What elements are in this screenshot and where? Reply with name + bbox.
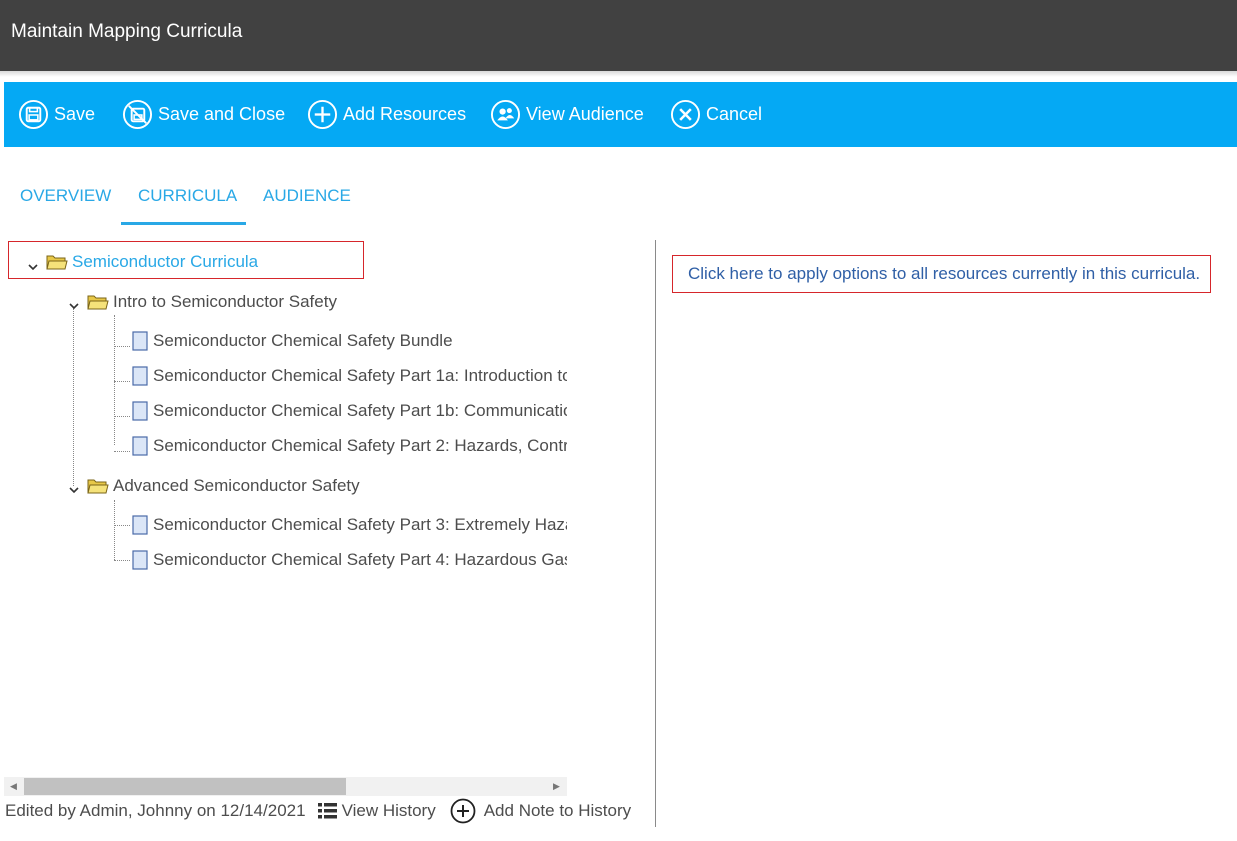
tree-folder-node[interactable]: Intro to Semiconductor Safety xyxy=(87,290,337,314)
tree-resource-label: Semiconductor Chemical Safety Part 1b: C… xyxy=(153,401,567,420)
document-icon xyxy=(132,515,148,535)
collapse-toggle-icon[interactable] xyxy=(27,262,39,272)
tree-connector xyxy=(114,381,130,382)
tree-resource-node[interactable]: Semiconductor Chemical Safety Part 1a: I… xyxy=(131,364,567,388)
tree-connector xyxy=(114,451,130,452)
tree-connector xyxy=(114,500,115,560)
apply-options-link[interactable]: Click here to apply options to all resou… xyxy=(688,264,1200,284)
document-icon xyxy=(132,331,148,351)
save-and-close-label: Save and Close xyxy=(158,104,286,124)
cancel-button[interactable]: Cancel xyxy=(670,82,762,147)
curricula-tree: Semiconductor Curricula Intro to Semicon… xyxy=(4,240,567,775)
save-button[interactable]: Save xyxy=(18,82,95,147)
add-resources-label: Add Resources xyxy=(343,104,467,124)
view-audience-label: View Audience xyxy=(526,104,644,124)
add-note-link[interactable]: Add Note to History xyxy=(450,798,631,824)
folder-open-icon xyxy=(46,255,68,270)
tree-resource-node[interactable]: Semiconductor Chemical Safety Bundle xyxy=(131,329,453,353)
tree-connector xyxy=(114,416,130,417)
tree-connector xyxy=(114,346,130,347)
folder-open-icon xyxy=(87,479,109,494)
window-titlebar: Maintain Mapping Curricula xyxy=(0,0,1237,71)
edited-by-text: Edited by Admin, Johnny on 12/14/2021 xyxy=(5,801,306,820)
tree-resource-node[interactable]: Semiconductor Chemical Safety Part 1b: C… xyxy=(131,399,567,423)
apply-options-box: Click here to apply options to all resou… xyxy=(672,255,1211,293)
action-toolbar: Save Save and Close Add Resources View A… xyxy=(4,82,1237,147)
cancel-label: Cancel xyxy=(706,104,763,124)
users-icon xyxy=(490,99,521,130)
tab-bar: OVERVIEW CURRICULA AUDIENCE xyxy=(0,170,400,226)
tree-root-label: Semiconductor Curricula xyxy=(72,252,259,271)
tree-resource-node[interactable]: Semiconductor Chemical Safety Part 2: Ha… xyxy=(131,434,567,458)
view-history-label: View History xyxy=(341,801,436,820)
save-label: Save xyxy=(54,104,96,124)
folder-open-icon xyxy=(87,295,109,310)
tree-resource-label: Semiconductor Chemical Safety Bundle xyxy=(153,331,453,350)
tree-root-node[interactable]: Semiconductor Curricula xyxy=(46,250,258,274)
tree-resource-label: Semiconductor Chemical Safety Part 2: Ha… xyxy=(153,436,567,455)
add-resources-button[interactable]: Add Resources xyxy=(307,82,466,147)
tree-resource-label: Semiconductor Chemical Safety Part 4: Ha… xyxy=(153,550,567,569)
view-audience-button[interactable]: View Audience xyxy=(490,82,644,147)
view-history-link[interactable]: View History xyxy=(317,801,436,821)
tree-connector xyxy=(73,308,74,486)
add-circle-icon xyxy=(450,798,476,824)
active-tab-indicator xyxy=(121,222,246,225)
tree-resource-label: Semiconductor Chemical Safety Part 3: Ex… xyxy=(153,515,567,534)
window-title: Maintain Mapping Curricula xyxy=(11,21,243,42)
tree-connector xyxy=(114,525,130,526)
scrollbar-thumb[interactable] xyxy=(24,778,346,795)
tree-folder-node[interactable]: Advanced Semiconductor Safety xyxy=(87,474,360,498)
document-icon xyxy=(132,401,148,421)
document-icon xyxy=(132,366,148,386)
titlebar-shadow xyxy=(0,71,1237,77)
collapse-toggle-icon[interactable] xyxy=(68,301,80,311)
save-icon xyxy=(18,99,49,130)
tree-resource-label: Semiconductor Chemical Safety Part 1a: I… xyxy=(153,366,567,385)
tree-folder-label: Intro to Semiconductor Safety xyxy=(113,292,337,311)
tree-resource-node[interactable]: Semiconductor Chemical Safety Part 4: Ha… xyxy=(131,548,567,572)
tree-connector xyxy=(114,560,130,561)
save-and-close-button[interactable]: Save and Close xyxy=(122,82,285,147)
tree-horizontal-scrollbar[interactable]: ◀ ▶ xyxy=(4,777,567,796)
tree-folder-label: Advanced Semiconductor Safety xyxy=(113,476,360,495)
tab-curricula[interactable]: CURRICULA xyxy=(138,186,237,206)
tab-overview[interactable]: OVERVIEW xyxy=(20,186,111,206)
scroll-left-arrow-icon[interactable]: ◀ xyxy=(6,777,21,796)
close-circle-icon xyxy=(670,99,701,130)
save-and-close-icon xyxy=(122,99,153,130)
document-icon xyxy=(132,550,148,570)
list-icon xyxy=(317,803,337,819)
document-icon xyxy=(132,436,148,456)
tab-audience[interactable]: AUDIENCE xyxy=(263,186,351,206)
tree-connector xyxy=(114,315,115,445)
scroll-right-arrow-icon[interactable]: ▶ xyxy=(549,777,564,796)
add-note-label: Add Note to History xyxy=(483,801,632,820)
collapse-toggle-icon[interactable] xyxy=(68,485,80,495)
add-circle-icon xyxy=(307,99,338,130)
panel-divider xyxy=(655,240,656,827)
history-footer: Edited by Admin, Johnny on 12/14/2021 Vi… xyxy=(5,798,631,824)
tree-resource-node[interactable]: Semiconductor Chemical Safety Part 3: Ex… xyxy=(131,513,567,537)
